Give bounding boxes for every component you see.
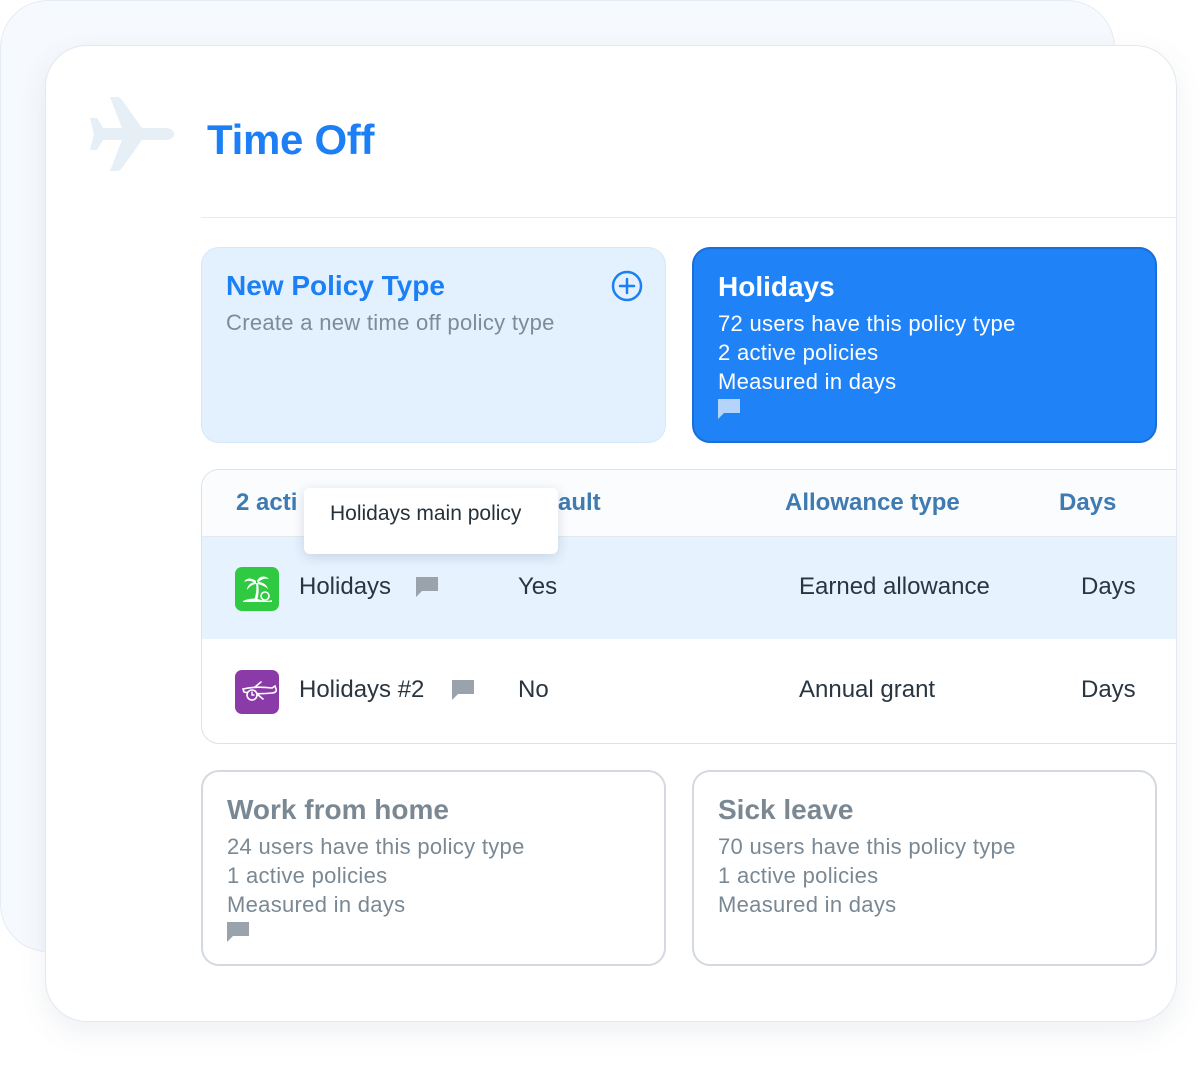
holidays-policy-card[interactable]: Holidays 72 users have this policy type … [692, 247, 1157, 443]
card-measured: Measured in days [227, 892, 406, 917]
table-row[interactable]: Holidays #2 No Annual grant Days [202, 640, 1176, 742]
card-users: 70 users have this policy type [718, 834, 1016, 859]
card-title: New Policy Type [226, 270, 445, 301]
card-users: 24 users have this policy type [227, 834, 525, 859]
card-title: Sick leave [718, 794, 854, 825]
comment-icon[interactable] [718, 399, 740, 419]
card-subtitle: Create a new time off policy type [226, 310, 555, 335]
airplane-clock-icon [235, 670, 279, 714]
column-header-default: ault [558, 489, 601, 516]
policy-unit: Days [1081, 573, 1136, 600]
airplane-icon [90, 97, 174, 171]
card-title: Holidays [718, 271, 835, 302]
work-from-home-policy-card[interactable]: Work from home 24 users have this policy… [201, 770, 666, 966]
header-divider [201, 217, 1176, 218]
policy-default: Yes [518, 573, 558, 600]
comment-icon[interactable] [452, 680, 474, 700]
new-policy-type-card[interactable]: New Policy Type Create a new time off po… [201, 247, 666, 443]
card-policies: 2 active policies [718, 340, 879, 365]
policy-unit: Days [1081, 676, 1136, 703]
card-policies: 1 active policies [227, 863, 388, 888]
comment-icon[interactable] [416, 577, 438, 597]
comment-icon[interactable] [227, 922, 249, 942]
column-header-allowance-type: Allowance type [785, 489, 960, 516]
column-header-days: Days [1059, 489, 1117, 516]
policy-allowance-type: Earned allowance [799, 573, 990, 600]
palm-tree-icon [235, 567, 279, 611]
column-header-name: 2 acti [236, 489, 298, 516]
policy-name: Holidays #2 [299, 676, 425, 703]
card-title: Work from home [227, 794, 449, 825]
plus-circle-icon[interactable] [611, 270, 643, 302]
card-measured: Measured in days [718, 369, 897, 394]
policy-default: No [518, 676, 549, 703]
card-users: 72 users have this policy type [718, 311, 1016, 336]
sick-leave-policy-card[interactable]: Sick leave 70 users have this policy typ… [692, 770, 1157, 966]
card-policies: 1 active policies [718, 863, 879, 888]
policy-name: Holidays [299, 573, 392, 600]
page-title: Time Off [207, 116, 375, 163]
policy-allowance-type: Annual grant [799, 676, 936, 703]
card-measured: Measured in days [718, 892, 897, 917]
policy-tooltip: Holidays main policy [304, 488, 558, 554]
time-off-panel: Time Off New Policy Type Create a new ti… [45, 45, 1177, 1022]
